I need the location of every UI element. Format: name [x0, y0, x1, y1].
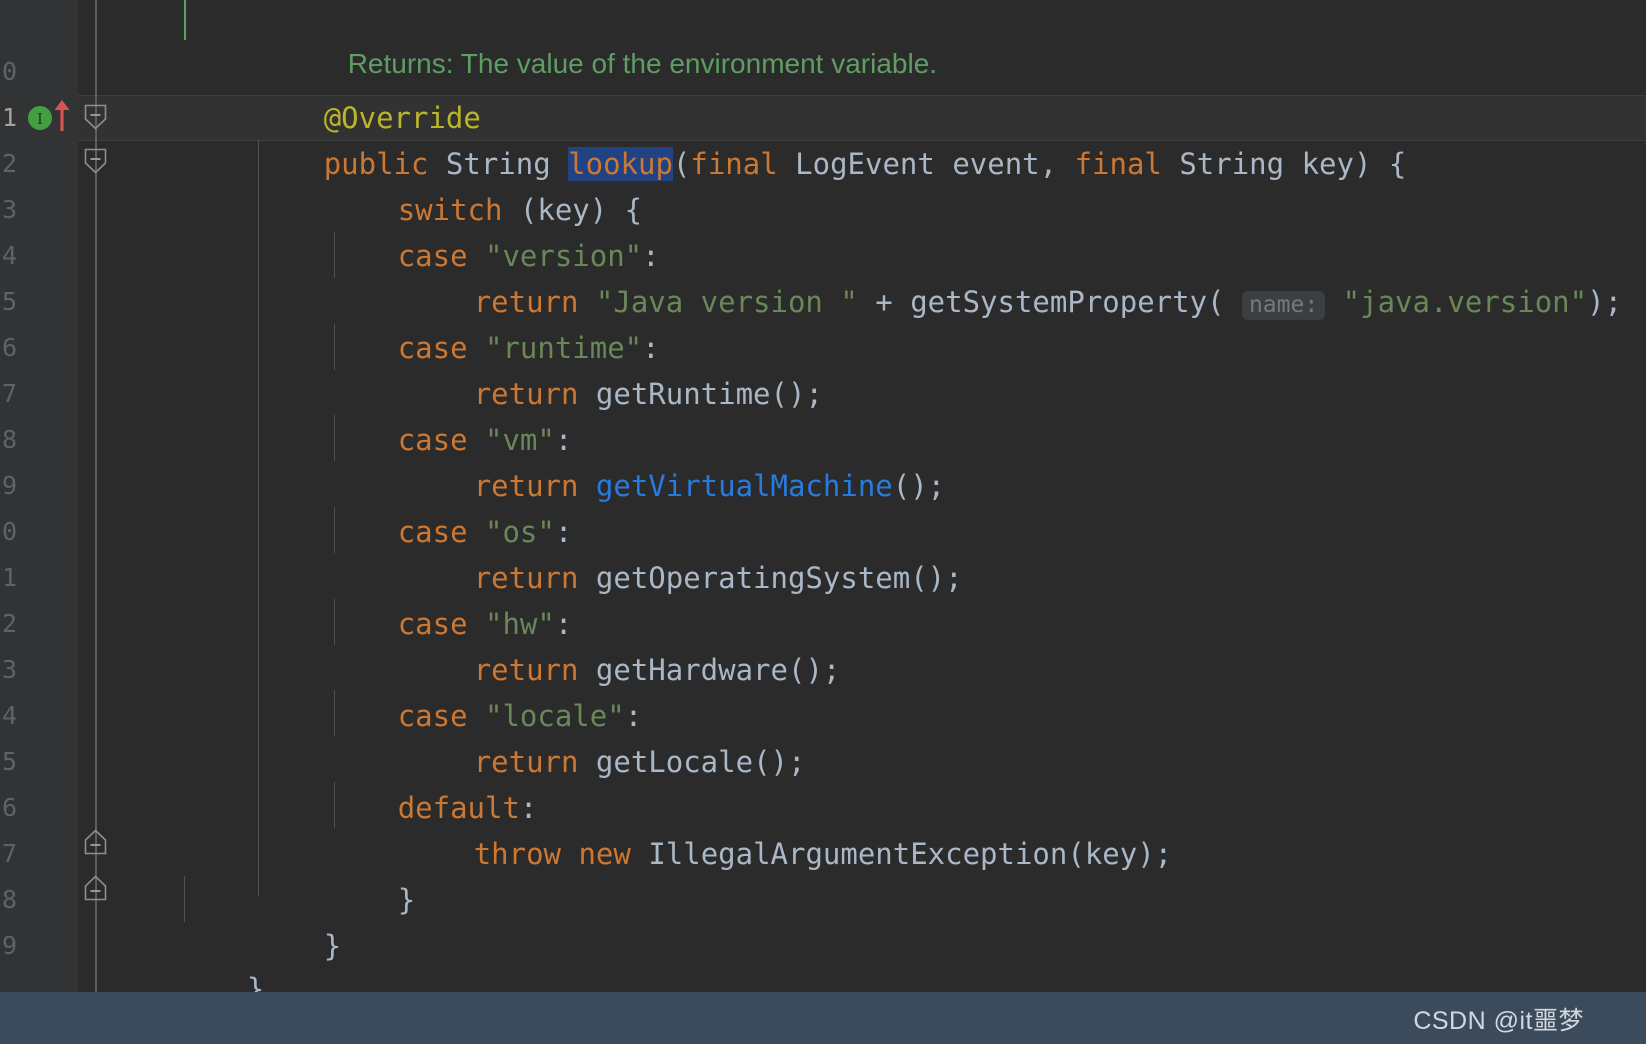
code-line-signature[interactable]: public String lookup(final LogEvent even…: [184, 95, 1646, 181]
code-line-return-runtime[interactable]: return getRuntime();: [334, 325, 1646, 411]
code-line-throw[interactable]: throw new IllegalArgumentException(key);: [334, 785, 1646, 871]
code-line-case-os[interactable]: case "os":: [258, 463, 1646, 549]
code-line-case-locale[interactable]: case "locale":: [258, 647, 1646, 733]
code-line-switch[interactable]: switch (key) {: [258, 141, 1646, 227]
ide-editor-window: I 0 1 2 3 4 5 6 7 8 9 0 1 2 3 4 5 6 7 8 …: [0, 0, 1646, 1044]
status-bar: CSDN @it噩梦: [0, 992, 1646, 1044]
csdn-watermark: CSDN @it噩梦: [1413, 1007, 1584, 1035]
code-line-return-hw[interactable]: return getHardware();: [334, 601, 1646, 687]
code-line-default[interactable]: default:: [258, 739, 1646, 825]
code-line-close-class[interactable]: }: [107, 920, 1646, 992]
code-line-close-switch[interactable]: }: [258, 831, 1646, 917]
brace-close: }: [246, 972, 265, 992]
code-line-return-version[interactable]: return "Java version " + getSystemProper…: [334, 233, 1646, 320]
code-line-return-locale[interactable]: return getLocale();: [334, 693, 1646, 779]
code-line-case-hw[interactable]: case "hw":: [258, 555, 1646, 641]
code-line-case-vm[interactable]: case "vm":: [258, 371, 1646, 457]
code-line-annotation[interactable]: @Override: [184, 49, 1646, 135]
code-line-javadoc[interactable]: Returns: The value of the environment va…: [208, 0, 1646, 79]
code-line-return-os[interactable]: return getOperatingSystem();: [334, 509, 1646, 595]
code-line-close-method[interactable]: }: [184, 877, 1646, 963]
code-editor-area[interactable]: I 0 1 2 3 4 5 6 7 8 9 0 1 2 3 4 5 6 7 8 …: [0, 0, 1646, 992]
code-line-return-vm[interactable]: return getVirtualMachine();: [334, 417, 1646, 503]
code-line-case-version[interactable]: case "version":: [258, 187, 1646, 273]
code-line-case-runtime[interactable]: case "runtime":: [258, 279, 1646, 365]
